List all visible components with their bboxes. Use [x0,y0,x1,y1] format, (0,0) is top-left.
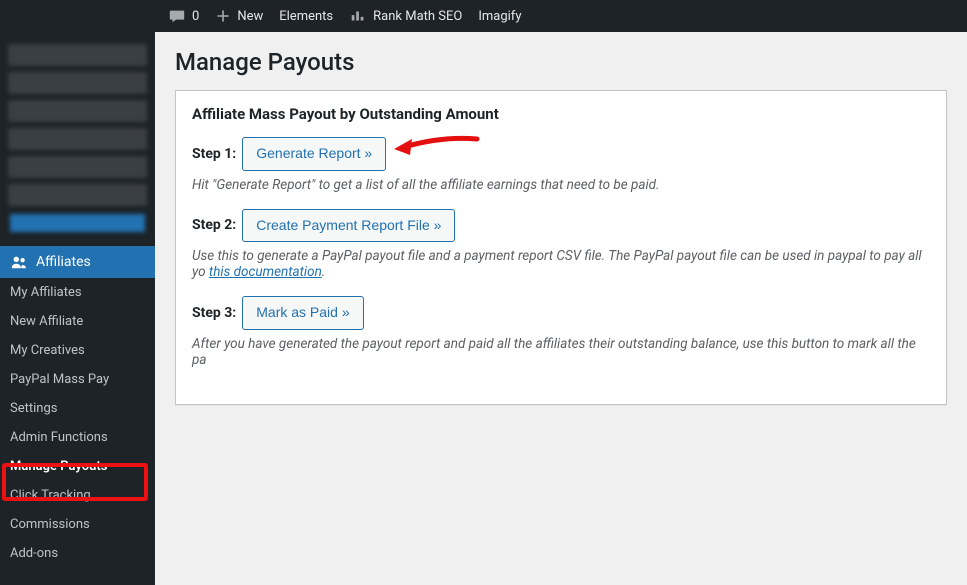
adminbar-new-label: New [237,9,263,24]
sidebar-masked-item-active[interactable] [8,212,147,234]
step-3-hint: After you have generated the payout repo… [192,336,930,368]
mark-as-paid-button[interactable]: Mark as Paid » [242,296,363,330]
sidebar-subitem-click-tracking[interactable]: Click Tracking [0,481,155,510]
sidebar-masked-item[interactable] [8,128,147,150]
generate-report-button[interactable]: Generate Report » [242,137,386,171]
adminbar-rankmath[interactable]: Rank Math SEO [341,0,470,32]
comment-icon [168,7,186,25]
sidebar-masked-item[interactable] [8,184,147,206]
page-title: Manage Payouts [175,48,947,76]
annotation-arrow-icon [392,131,482,165]
sidebar-masked-item[interactable] [8,100,147,122]
sidebar-masked-group [0,32,155,246]
step-2-hint-post: . [322,264,325,280]
main-content: Manage Payouts Affiliate Mass Payout by … [155,32,967,585]
adminbar-elements[interactable]: Elements [271,0,341,32]
sidebar-subitem-my-creatives[interactable]: My Creatives [0,336,155,365]
sidebar-subitem-add-ons[interactable]: Add-ons [0,539,155,568]
sidebar-subitem-settings[interactable]: Settings [0,394,155,423]
sidebar-item-label: Affiliates [36,254,91,270]
adminbar-comments[interactable]: 0 [160,0,207,32]
step-2-doc-link[interactable]: this documentation [209,264,322,280]
adminbar-comments-count: 0 [192,9,199,24]
sidebar-masked-item[interactable] [8,44,147,66]
adminbar-imagify-label: Imagify [478,9,521,24]
sidebar-subitem-commissions[interactable]: Commissions [0,510,155,539]
step-1-label: Step 1: [192,146,236,162]
sidebar-subitem-paypal-mass-pay[interactable]: PayPal Mass Pay [0,365,155,394]
plus-icon [215,8,231,24]
sidebar-masked-item[interactable] [8,156,147,178]
adminbar-imagify[interactable]: Imagify [470,0,529,32]
admin-sidebar: Affiliates My AffiliatesNew AffiliateMy … [0,0,155,585]
rankmath-icon [349,7,367,25]
sidebar-masked-item[interactable] [8,72,147,94]
sidebar-item-affiliates[interactable]: Affiliates [0,246,155,278]
step-3-label: Step 3: [192,305,236,321]
sidebar-subitem-admin-functions[interactable]: Admin Functions [0,423,155,452]
adminbar-site-area [0,0,160,32]
step-2-row: Step 2: Create Payment Report File » [192,209,930,243]
adminbar-elements-label: Elements [279,9,333,24]
sidebar-subitem-my-affiliates[interactable]: My Affiliates [0,278,155,307]
step-1-row: Step 1: Generate Report » [192,137,930,171]
sidebar-subitem-manage-payouts[interactable]: Manage Payouts [0,452,155,481]
sidebar-subitem-new-affiliate[interactable]: New Affiliate [0,307,155,336]
step-2-label: Step 2: [192,217,236,233]
payout-panel: Affiliate Mass Payout by Outstanding Amo… [175,90,947,405]
panel-heading: Affiliate Mass Payout by Outstanding Amo… [192,105,930,123]
group-icon [10,253,28,271]
create-payment-report-button[interactable]: Create Payment Report File » [242,209,455,243]
step-1-hint: Hit "Generate Report" to get a list of a… [192,177,930,193]
admin-bar: 0 New Elements Rank Math SEO Imagify [0,0,967,32]
adminbar-new[interactable]: New [207,0,271,32]
step-2-hint: Use this to generate a PayPal payout fil… [192,248,930,280]
sidebar-submenu-affiliates: My AffiliatesNew AffiliateMy CreativesPa… [0,278,155,568]
adminbar-rankmath-label: Rank Math SEO [373,9,462,24]
step-3-row: Step 3: Mark as Paid » [192,296,930,330]
